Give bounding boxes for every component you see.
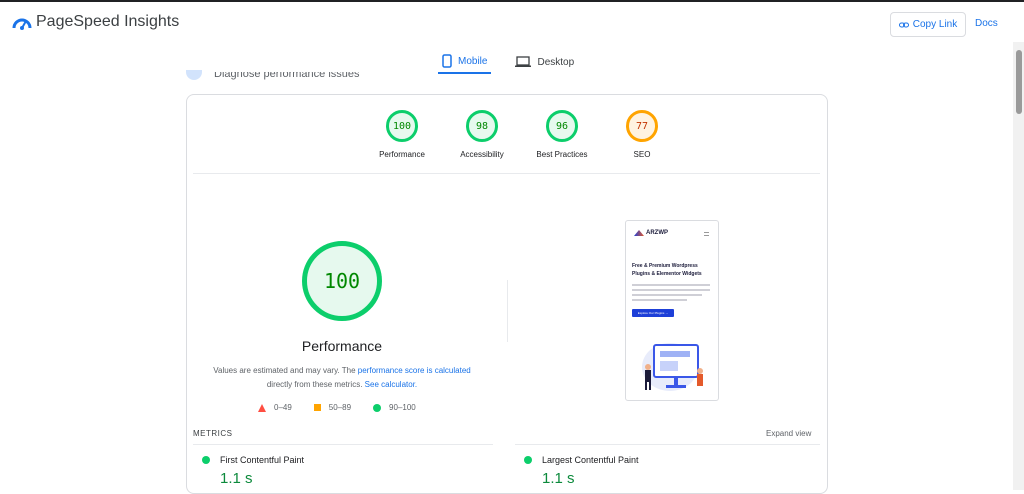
legend-pass-label: 90–100: [389, 403, 416, 412]
scrollbar-thumb[interactable]: [1016, 50, 1022, 114]
legend-average: 50–89: [313, 403, 352, 412]
gauge-seo[interactable]: 77 SEO: [602, 110, 682, 159]
note-text: Values are estimated and may vary. The: [213, 366, 358, 375]
site-cta-button: Explore Our Plugins →: [632, 309, 674, 317]
site-illustration: [642, 343, 703, 391]
page-screenshot-thumbnail[interactable]: ARZWP Free & Premium Wordpress Plugins &…: [625, 220, 719, 401]
pass-circle-icon: [202, 456, 210, 464]
square-icon: [313, 404, 321, 411]
circle-icon: [373, 403, 382, 412]
app-header: PageSpeed Insights Copy Link Docs: [0, 2, 1024, 44]
tab-mobile-label: Mobile: [458, 55, 488, 67]
gauge-accessibility[interactable]: 98 Accessibility: [442, 110, 522, 159]
site-body-text: [632, 284, 710, 304]
gauge-performance[interactable]: 100 Performance: [362, 110, 442, 159]
gauge-ring: 77: [626, 110, 658, 142]
gauge-label: SEO: [633, 150, 651, 159]
phone-icon: [442, 54, 452, 68]
metrics-heading: METRICS: [193, 429, 233, 438]
note-text: directly from these metrics.: [266, 380, 365, 389]
gauge-ring: 98: [466, 110, 498, 142]
section-divider: [193, 173, 820, 174]
gauge-ring: 96: [546, 110, 578, 142]
score-calculated-link[interactable]: performance score is calculated: [358, 366, 471, 375]
docs-link[interactable]: Docs: [975, 18, 998, 29]
tab-desktop[interactable]: Desktop: [511, 50, 578, 74]
legend-average-label: 50–89: [328, 403, 352, 412]
metrics-divider: [193, 444, 493, 445]
diagnose-icon: [186, 70, 202, 80]
page-scrollbar[interactable]: [1013, 42, 1024, 490]
triangle-icon: [258, 403, 266, 412]
hamburger-icon: [704, 232, 709, 236]
app-title: PageSpeed Insights: [36, 13, 180, 30]
gauge-ring: 100: [386, 110, 418, 142]
score-legend: 0–49 50–89 90–100: [258, 403, 416, 412]
device-tabs: Mobile Desktop: [438, 50, 578, 78]
metric-name: First Contentful Paint: [220, 455, 305, 465]
diagnose-heading: Diagnose performance issues: [214, 68, 360, 80]
gauge-label: Performance: [379, 150, 425, 159]
metric-lcp: Largest Contentful Paint: [524, 455, 639, 465]
gauge-label: Accessibility: [460, 150, 504, 159]
tab-mobile[interactable]: Mobile: [438, 50, 492, 74]
logo-mark-icon: [634, 230, 644, 236]
metric-value: 1.1 s: [542, 470, 575, 487]
link-icon: [898, 22, 909, 27]
copy-link-label: Copy Link: [912, 19, 958, 30]
tab-desktop-label: Desktop: [537, 56, 575, 68]
pass-circle-icon: [524, 456, 532, 464]
metric-fcp: First Contentful Paint: [202, 455, 304, 465]
performance-title: Performance: [301, 338, 383, 354]
copy-link-button[interactable]: Copy Link: [890, 12, 966, 37]
gauge-label: Best Practices: [536, 150, 588, 159]
metric-name: Largest Contentful Paint: [542, 455, 639, 465]
performance-note: Values are estimated and may vary. The p…: [192, 364, 492, 392]
site-logo: ARZWP: [634, 230, 668, 236]
legend-pass: 90–100: [373, 403, 416, 412]
pagespeed-logo-icon: [12, 18, 32, 30]
legend-fail-label: 0–49: [274, 403, 292, 412]
laptop-icon: [515, 56, 532, 67]
metrics-divider: [515, 444, 820, 445]
site-logo-text: ARZWP: [646, 230, 668, 236]
gauge-best-practices[interactable]: 96 Best Practices: [522, 110, 602, 159]
score-gauges: 100 Performance 98 Accessibility 96 Best…: [362, 110, 682, 159]
see-calculator-link[interactable]: See calculator.: [365, 380, 417, 389]
legend-fail: 0–49: [258, 403, 292, 412]
performance-score-gauge: 100: [302, 241, 382, 321]
site-headline: Free & Premium Wordpress Plugins & Eleme…: [632, 263, 702, 277]
vertical-divider: [507, 280, 508, 342]
expand-view-toggle[interactable]: Expand view: [766, 429, 811, 438]
metric-value: 1.1 s: [220, 470, 253, 487]
